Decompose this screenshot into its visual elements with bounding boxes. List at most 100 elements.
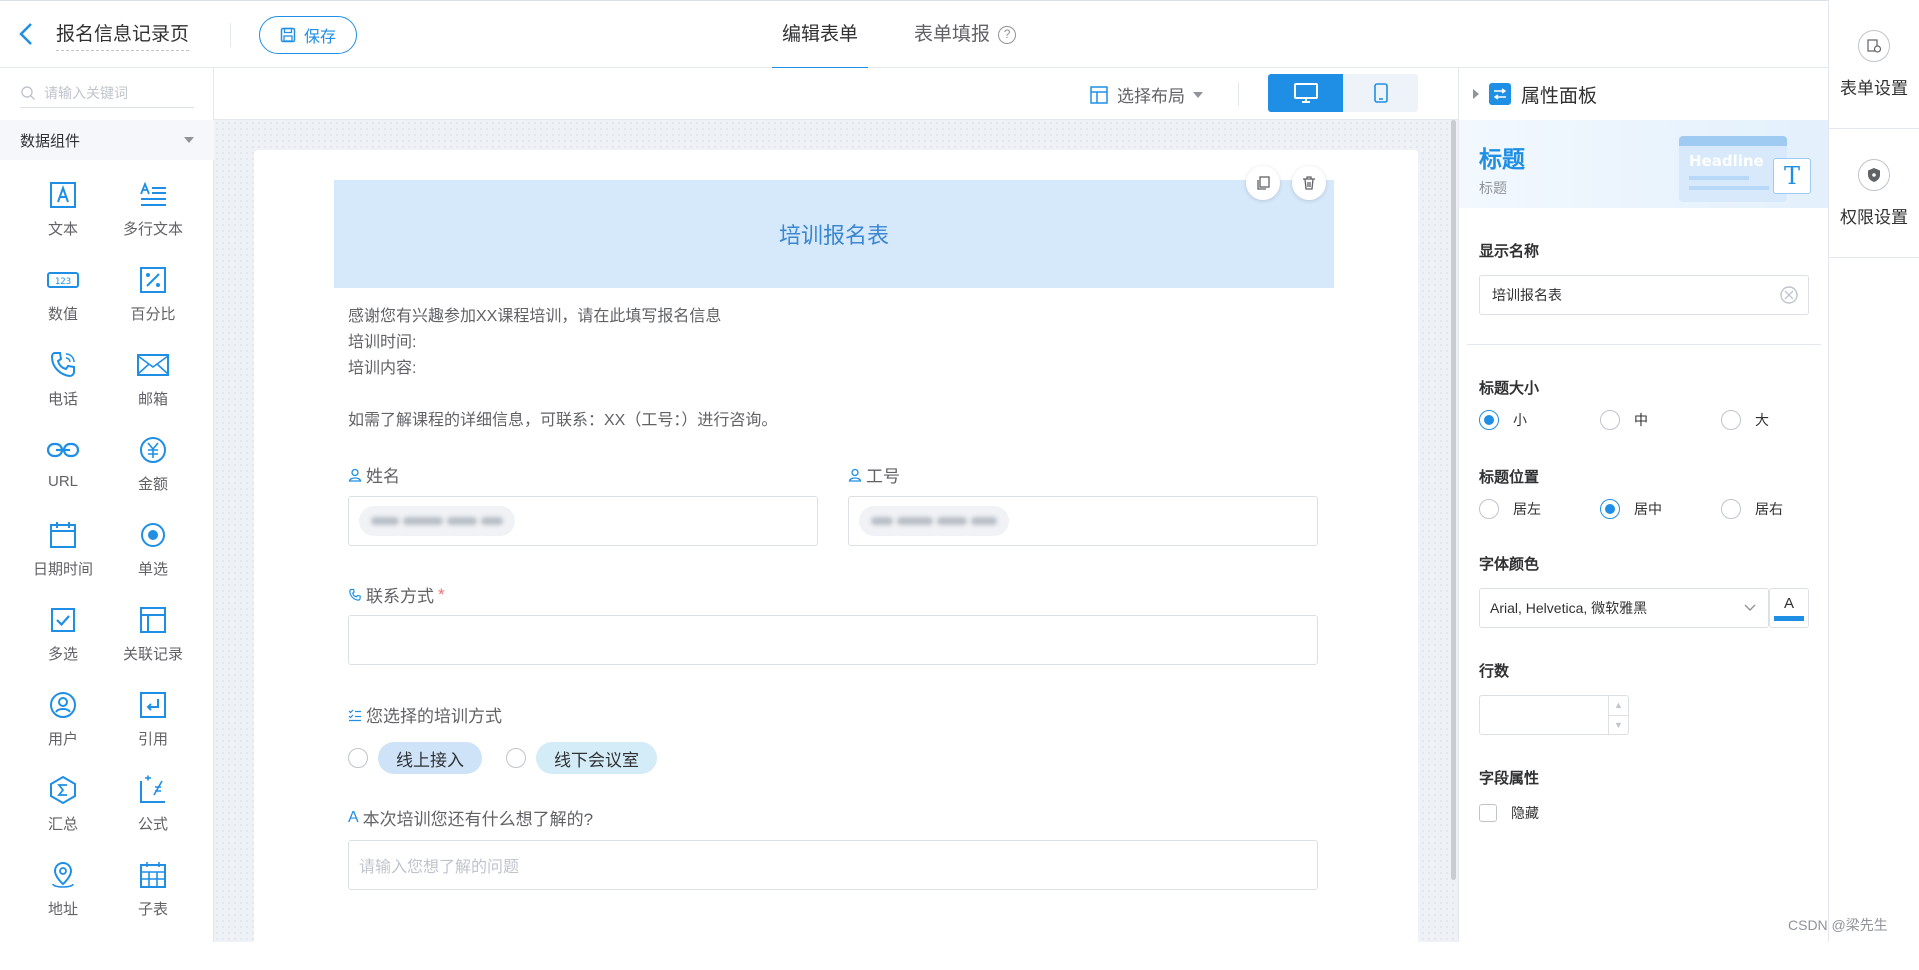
font-color-label: 字体颜色 [1479, 556, 1540, 573]
trash-icon [1303, 176, 1315, 190]
banner-subtitle: 标题 [1479, 180, 1507, 196]
radio-offline[interactable] [506, 748, 526, 768]
component-formula[interactable]: 公式 [108, 773, 198, 842]
calendar-icon [46, 518, 80, 552]
font-color-swatch [1774, 616, 1804, 621]
delete-button[interactable] [1292, 166, 1326, 200]
title-size-large[interactable]: 大 [1721, 410, 1842, 430]
decrement-icon[interactable]: ▼ [1609, 714, 1628, 735]
layout-selector[interactable]: 选择布局 [1089, 82, 1203, 107]
component-sum[interactable]: 汇总 [18, 773, 108, 842]
display-name-label: 显示名称 [1479, 243, 1540, 260]
rows-number-input[interactable]: ▲ ▼ [1479, 695, 1629, 735]
canvas-scrollbar[interactable] [1451, 120, 1456, 880]
number-stepper: ▲ ▼ [1608, 696, 1628, 734]
rows-label: 行数 [1479, 663, 1510, 680]
component-relation[interactable]: 关联记录 [108, 603, 198, 672]
search-box[interactable]: 请输入关键词 [20, 78, 194, 108]
mobile-view-button[interactable] [1343, 74, 1418, 112]
component-banner: 标题 标题 Headline T [1459, 120, 1828, 208]
component-label: 引用 [137, 731, 168, 748]
mail-icon [136, 348, 170, 382]
question-input[interactable]: 请输入您想了解的问题 [348, 840, 1318, 890]
font-family-select[interactable]: Arial, Helvetica, 微软雅黑 [1479, 588, 1769, 628]
component-phone[interactable]: 电话 [18, 348, 108, 417]
title-block-actions [1246, 166, 1326, 200]
component-datetime[interactable]: 日期时间 [18, 518, 108, 587]
title-position-right[interactable]: 居右 [1721, 499, 1842, 519]
rail-item-permission-settings[interactable]: 权限设置 [1829, 129, 1919, 258]
employee-id-field-label: 工号 [848, 462, 900, 487]
desc-line: 感谢您有兴趣参加XX课程培训，请在此填写报名信息 [348, 308, 722, 325]
desc-line [348, 382, 777, 408]
save-button[interactable]: 保存 [259, 16, 357, 54]
component-label: 文本 [47, 221, 78, 238]
employee-id-input[interactable] [848, 496, 1318, 546]
title-position-label: 标题位置 [1479, 469, 1540, 486]
clear-icon[interactable] [1780, 286, 1798, 304]
component-multiline-text[interactable]: 多行文本 [108, 178, 198, 247]
hidden-checkbox[interactable]: 隐藏 [1479, 803, 1539, 823]
form-canvas: 培训报名表 感谢您有兴趣参加XX课程培训，请在此填写报名信息 培训时间: 培训内… [214, 120, 1458, 970]
properties-panel: 属性面板 标题 标题 Headline T 显示名称 培训报名表 标题大小 小 … [1458, 68, 1828, 942]
title-size-medium[interactable]: 中 [1600, 410, 1721, 430]
form-settings-icon [1858, 29, 1890, 62]
component-checkbox[interactable]: 多选 [18, 603, 108, 672]
component-reference[interactable]: 引用 [108, 688, 198, 757]
component-radio[interactable]: 单选 [108, 518, 198, 587]
component-url[interactable]: URL [18, 433, 108, 502]
rail-item-form-settings[interactable]: 表单设置 [1829, 0, 1919, 129]
contact-input[interactable] [348, 615, 1318, 665]
component-label: 日期时间 [32, 561, 93, 578]
text-icon [46, 178, 80, 212]
font-color-picker[interactable]: A [1769, 588, 1809, 628]
headline-illustration: Headline T [1679, 136, 1823, 206]
number-icon: 123 [46, 263, 80, 297]
title-position-options: 居左 居中 居右 [1479, 499, 1842, 519]
increment-icon[interactable]: ▲ [1609, 696, 1628, 715]
tab-label: 表单填报 [914, 24, 991, 45]
component-text[interactable]: 文本 [18, 178, 108, 247]
component-percent[interactable]: 百分比 [108, 263, 198, 332]
option-label: 中 [1634, 412, 1648, 428]
option-offline[interactable]: 线下会议室 [536, 742, 657, 774]
help-icon[interactable]: ? [998, 26, 1017, 44]
chevron-down-icon [1193, 91, 1203, 98]
tab-edit-form[interactable]: 编辑表单 [772, 1, 869, 70]
tab-fill-form[interactable]: 表单填报? [904, 1, 1026, 69]
component-number[interactable]: 123 数值 [18, 263, 108, 332]
component-mail[interactable]: 邮箱 [108, 348, 198, 417]
radio [1479, 499, 1499, 519]
component-subtable[interactable]: 子表 [108, 858, 198, 927]
title-position-left[interactable]: 居左 [1479, 499, 1600, 519]
desktop-view-button[interactable] [1268, 74, 1343, 112]
user-icon [46, 688, 80, 722]
search-input[interactable]: 请输入关键词 [44, 83, 128, 103]
back-arrow-icon[interactable] [18, 21, 38, 47]
form-title-block[interactable]: 培训报名表 [334, 180, 1334, 288]
form-sheet: 培训报名表 感谢您有兴趣参加XX课程培训，请在此填写报名信息 培训时间: 培训内… [254, 150, 1418, 970]
component-group-header[interactable]: 数据组件 [0, 120, 214, 160]
option-label: 大 [1755, 412, 1769, 428]
layout-icon [1090, 85, 1108, 104]
desc-line: 培训时间: [348, 334, 417, 351]
copy-button[interactable] [1246, 166, 1280, 200]
desktop-icon [1293, 83, 1318, 103]
radio [1721, 410, 1741, 430]
properties-header[interactable]: 属性面板 [1459, 68, 1828, 120]
title-position-center[interactable]: 居中 [1600, 499, 1721, 519]
component-address[interactable]: 地址 [18, 858, 108, 927]
name-input[interactable] [348, 496, 818, 546]
title-size-small[interactable]: 小 [1479, 410, 1600, 430]
page-title[interactable]: 报名信息记录页 [56, 19, 190, 51]
option-online[interactable]: 线上接入 [378, 742, 482, 774]
label-text: 您选择的培训方式 [366, 707, 502, 726]
rail-item-label: 表单设置 [1840, 78, 1908, 98]
component-currency[interactable]: 金额 [108, 433, 198, 502]
group-title: 数据组件 [20, 132, 81, 150]
radio [1600, 410, 1620, 430]
radio-online[interactable] [348, 748, 368, 768]
display-name-input[interactable]: 培训报名表 [1479, 275, 1809, 315]
watermark: CSDN @梁先生 [1788, 917, 1892, 933]
component-user[interactable]: 用户 [18, 688, 108, 757]
